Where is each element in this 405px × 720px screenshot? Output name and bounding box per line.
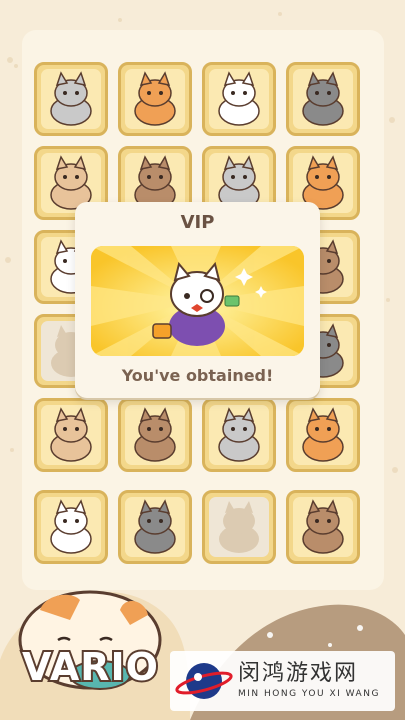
vip-reward-popup[interactable]: VIP You've obtained! bbox=[75, 202, 320, 398]
cat-card-cat-pirate[interactable] bbox=[202, 398, 276, 472]
cat-red-hood-icon bbox=[50, 71, 92, 126]
cat-gray-raccoon-icon bbox=[134, 71, 176, 126]
site-watermark: 闵鸿游戏网 MIN HONG YOU XI WANG bbox=[170, 651, 395, 711]
cat-card-cat-batman[interactable] bbox=[202, 62, 276, 136]
cat-card-cat-gray-tabby[interactable] bbox=[286, 398, 360, 472]
watermark-logo-icon bbox=[175, 663, 233, 699]
cat-card-cat-gray-white[interactable] bbox=[34, 398, 108, 472]
banner-various-text: VARIO bbox=[20, 643, 160, 691]
cat-card-cat-sunglasses-hawaii[interactable] bbox=[118, 398, 192, 472]
watermark-cn-text: 闵鸿游戏网 bbox=[238, 661, 359, 686]
watermark-en-text: MIN HONG YOU XI WANG bbox=[238, 689, 380, 699]
cat-orange-tabby-icon bbox=[302, 71, 344, 126]
popup-title: VIP bbox=[180, 212, 215, 233]
cat-gray-tabby-icon bbox=[302, 407, 344, 462]
cat-batman-icon bbox=[218, 71, 260, 126]
cat-sunglasses-hawaii-icon bbox=[134, 407, 176, 462]
cat-card-cat-red-hood[interactable] bbox=[34, 62, 108, 136]
vip-cat-banner bbox=[91, 246, 304, 356]
cat-gray-white-icon bbox=[50, 407, 92, 462]
obtained-message: You've obtained! bbox=[121, 366, 274, 385]
vip-cat-illustration bbox=[91, 246, 304, 356]
cat-card-cat-orange-tabby[interactable] bbox=[286, 62, 360, 136]
cat-pirate-icon bbox=[218, 407, 260, 462]
cat-card-cat-gray-raccoon[interactable] bbox=[118, 62, 192, 136]
